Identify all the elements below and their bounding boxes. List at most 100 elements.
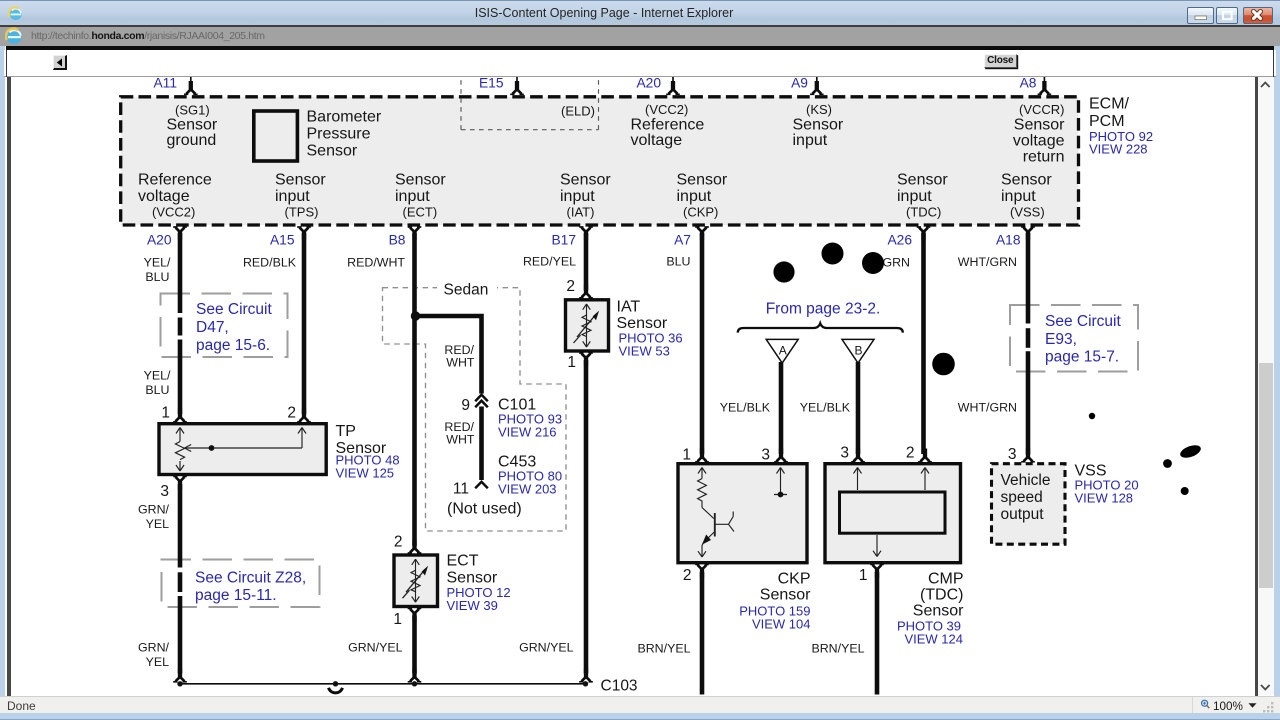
svg-text:Sensor: Sensor [913,603,964,620]
svg-text:C103: C103 [601,678,638,695]
svg-text:1: 1 [393,611,402,628]
svg-text:A15: A15 [270,232,295,247]
svg-text:input: input [897,188,932,205]
svg-text:Barometer: Barometer [307,109,382,126]
svg-text:(KS): (KS) [806,102,832,117]
svg-text:B17: B17 [551,232,576,247]
svg-text:VIEW 216: VIEW 216 [498,424,557,439]
svg-text:A20: A20 [636,76,661,91]
svg-text:D47,: D47, [196,319,229,336]
svg-text:2: 2 [906,445,915,462]
svg-text:See Circuit: See Circuit [1045,313,1121,330]
svg-text:(SG1): (SG1) [175,103,210,118]
svg-text:input: input [1001,188,1036,205]
svg-text:3: 3 [761,447,770,464]
svg-text:input: input [793,132,828,149]
svg-text:YEL/BLK: YEL/BLK [800,401,851,415]
svg-text:VIEW 104: VIEW 104 [752,617,811,632]
svg-text:B: B [854,344,862,358]
svg-text:WHT: WHT [446,433,475,447]
svg-text:return: return [1023,149,1065,166]
svg-text:From page 23-2.: From page 23-2. [766,301,881,318]
svg-text:(TPS): (TPS) [285,204,319,219]
svg-text:YEL/BLK: YEL/BLK [720,401,771,415]
svg-text:voltage: voltage [138,188,190,205]
svg-text:BLU: BLU [666,255,690,269]
svg-text:E93,: E93, [1045,331,1077,348]
svg-text:BRN/YEL: BRN/YEL [811,642,864,656]
svg-text:Reference: Reference [631,117,705,134]
svg-text:voltage: voltage [1013,133,1065,150]
svg-text:CMP: CMP [928,571,964,588]
svg-text:PCM: PCM [1089,113,1125,130]
svg-text:BLU: BLU [145,383,169,397]
svg-text:(Not used): (Not used) [447,501,522,518]
svg-text:2: 2 [683,567,692,584]
svg-text:Sensor: Sensor [1014,117,1065,134]
svg-text:Sensor: Sensor [307,143,358,160]
svg-text:Sensor: Sensor [275,172,326,189]
svg-text:2: 2 [287,405,296,422]
svg-text:GRN/YEL: GRN/YEL [519,641,574,655]
svg-text:Sensor: Sensor [167,117,218,134]
svg-text:Sensor: Sensor [677,172,728,189]
svg-text:Sensor: Sensor [617,315,668,332]
svg-text:(VCC2): (VCC2) [152,204,195,219]
svg-text:page 15-7.: page 15-7. [1045,349,1119,366]
svg-text:YEL/: YEL/ [144,256,171,270]
svg-text:RED/BLK: RED/BLK [243,256,297,270]
svg-text:speed: speed [1001,489,1043,506]
svg-text:1: 1 [161,405,170,422]
svg-text:GRN/: GRN/ [138,503,170,517]
svg-text:A18: A18 [996,232,1021,247]
svg-text:(VSS): (VSS) [1010,204,1045,219]
svg-text:1: 1 [682,447,691,464]
svg-text:BRN/YEL: BRN/YEL [637,642,690,656]
svg-text:Sedan: Sedan [444,282,489,299]
svg-text:ground: ground [167,132,217,149]
svg-text:A7: A7 [674,232,691,247]
svg-text:Vehicle: Vehicle [1001,472,1051,489]
svg-text:9: 9 [461,397,470,414]
svg-text:input: input [560,188,595,205]
svg-text:3: 3 [1008,446,1017,463]
svg-text:(TDC): (TDC) [906,204,941,219]
svg-text:1: 1 [567,354,576,371]
svg-text:E15: E15 [479,76,504,91]
svg-text:(ECT): (ECT) [403,204,438,219]
svg-text:A11: A11 [153,76,177,91]
svg-text:Sensor: Sensor [897,172,948,189]
svg-text:A8: A8 [1020,76,1037,91]
svg-text:Sensor: Sensor [793,117,844,134]
svg-text:VIEW 125: VIEW 125 [336,466,395,481]
svg-text:RED/WHT: RED/WHT [347,256,405,270]
svg-text:GRN/: GRN/ [138,641,170,655]
svg-text:VIEW 203: VIEW 203 [498,481,557,496]
svg-text:CKP: CKP [778,571,811,588]
svg-text:VIEW 128: VIEW 128 [1075,490,1134,505]
svg-text:VIEW 39: VIEW 39 [447,598,498,613]
svg-text:WHT/GRN: WHT/GRN [958,401,1017,415]
svg-text:Sensor: Sensor [1001,172,1052,189]
svg-text:Reference: Reference [138,172,212,189]
svg-text:page 15-6.: page 15-6. [196,337,270,354]
svg-text:Sensor: Sensor [760,587,811,604]
svg-text:YEL: YEL [146,655,170,669]
svg-text:input: input [677,188,712,205]
svg-text:Sensor: Sensor [560,172,611,189]
svg-text:output: output [1001,506,1045,523]
svg-text:IAT: IAT [617,299,641,316]
svg-text:11: 11 [453,481,469,498]
svg-text:BLU: BLU [145,270,169,284]
svg-text:(VCCR): (VCCR) [1019,102,1065,117]
svg-text:Pressure: Pressure [307,126,371,143]
svg-text:WHT/GRN: WHT/GRN [958,255,1017,269]
svg-text:(ELD): (ELD) [561,104,595,119]
svg-text:A20: A20 [147,232,172,247]
svg-text:voltage: voltage [631,132,683,149]
svg-text:GRN: GRN [882,256,910,270]
svg-text:B8: B8 [389,232,406,247]
svg-text:(TDC): (TDC) [920,587,964,604]
svg-text:page 15-11.: page 15-11. [195,587,277,604]
svg-text:ECM/: ECM/ [1089,96,1130,113]
